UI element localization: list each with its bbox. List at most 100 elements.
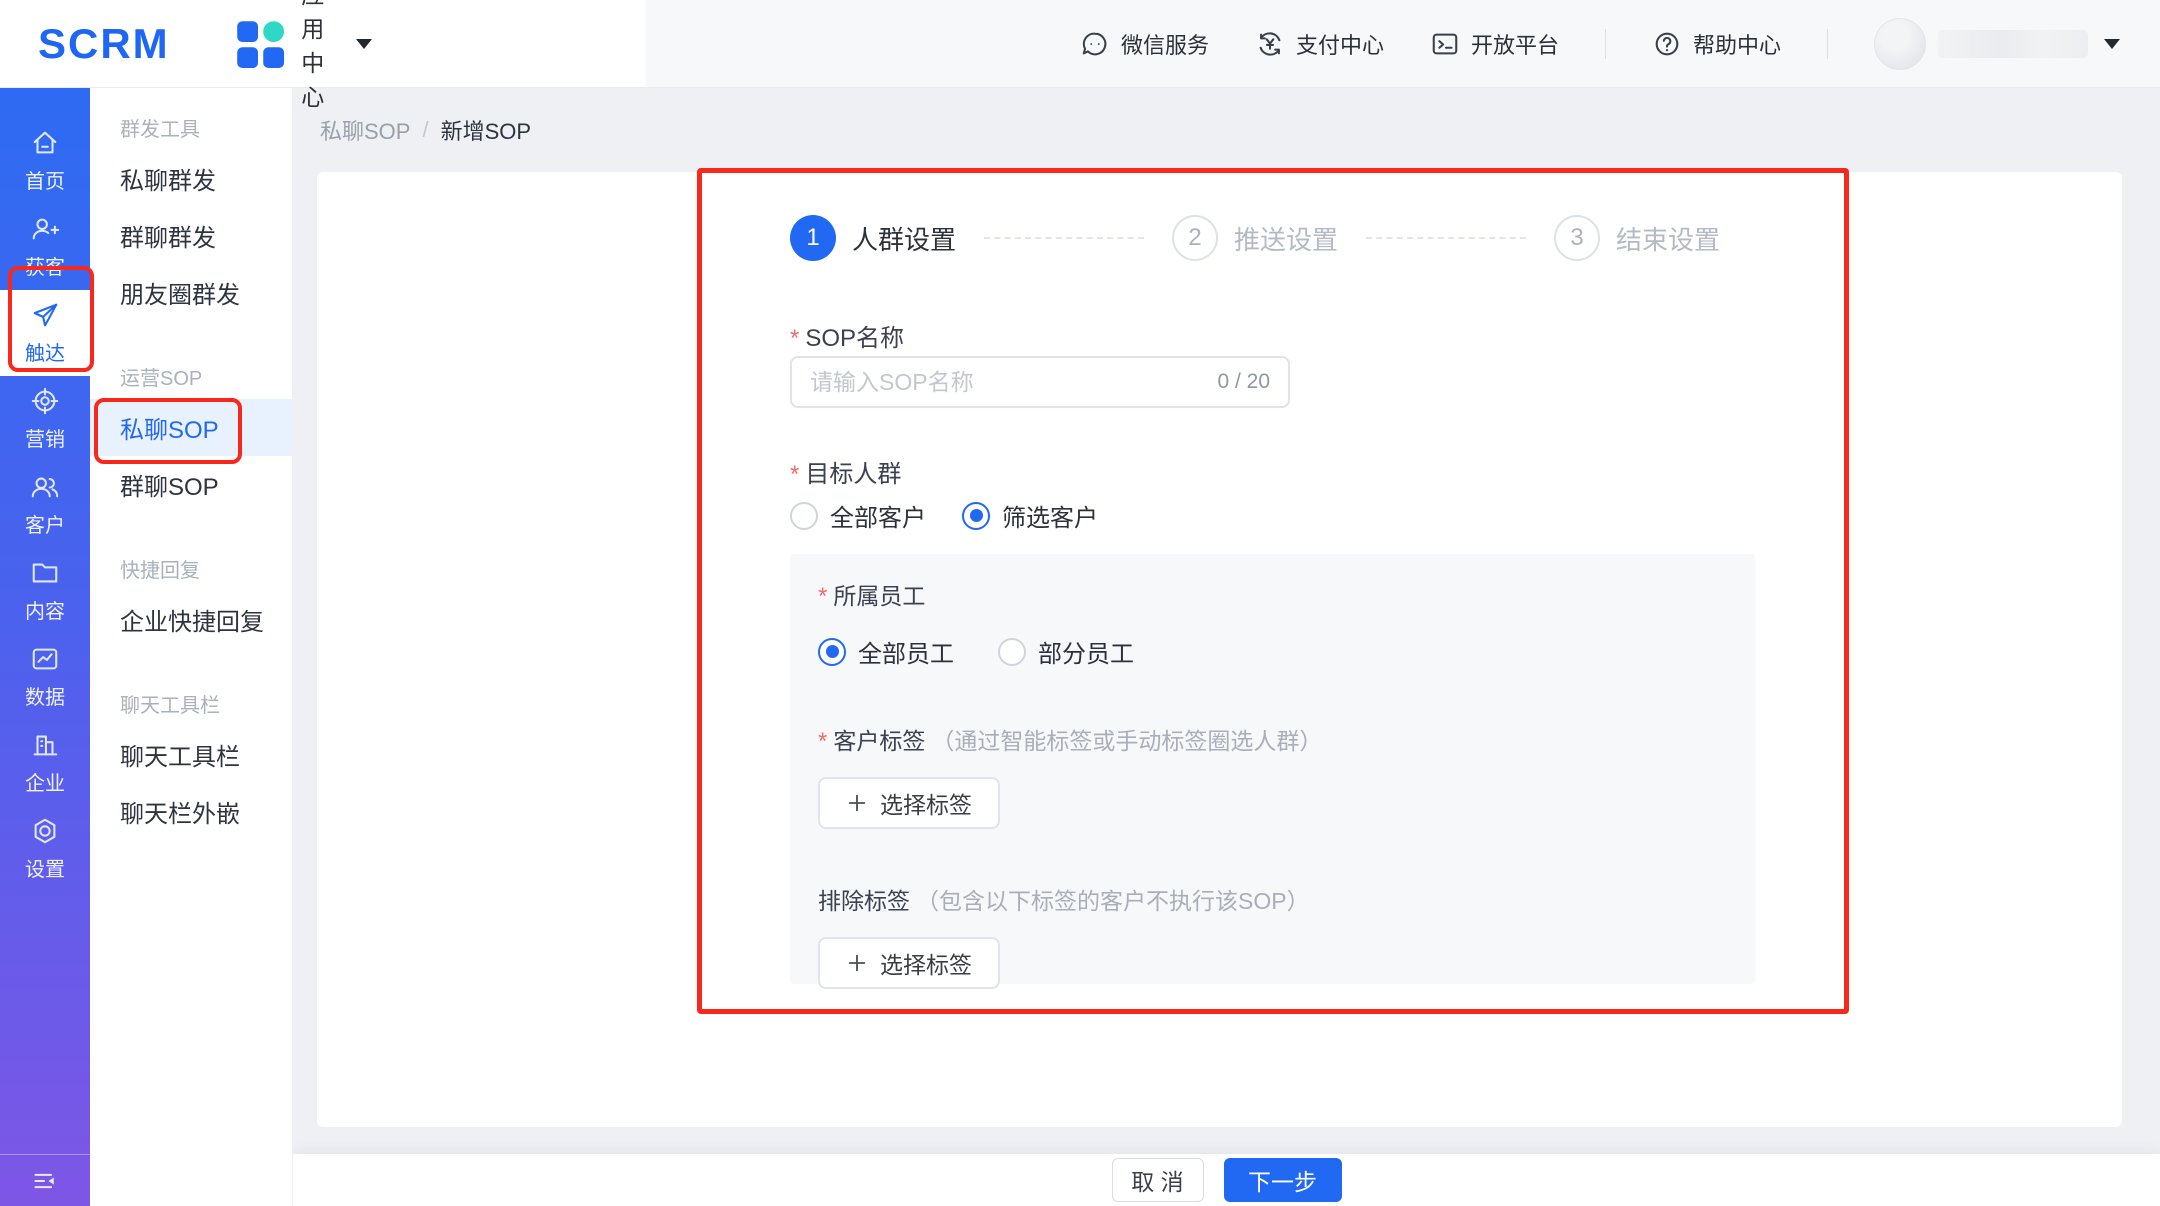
chevron-down-icon xyxy=(2104,39,2120,49)
header-divider xyxy=(1605,29,1606,59)
sidebar-item-acquisition[interactable]: 获客 xyxy=(0,204,90,290)
user-add-icon xyxy=(30,214,60,244)
submenu-item-quick-reply[interactable]: 企业快捷回复 xyxy=(90,591,292,648)
radio-label: 筛选客户 xyxy=(1002,498,1098,533)
next-step-button[interactable]: 下一步 xyxy=(1224,1158,1342,1202)
sidebar-item-reach[interactable]: 触达 xyxy=(0,290,90,376)
chart-line-icon xyxy=(30,644,60,674)
radio-filter-customers[interactable]: 筛选客户 xyxy=(962,498,1098,533)
step-2-circle: 2 xyxy=(1172,215,1218,261)
exclude-tags-label-row: 排除标签 （包含以下标签的客户不执行该SOP） xyxy=(818,885,1727,913)
sidebar-item-label: 内容 xyxy=(25,595,65,624)
required-mark: * xyxy=(818,728,827,756)
submenu-item-moments-mass[interactable]: 朋友圈群发 xyxy=(90,264,292,321)
exclude-tags-label: 排除标签 xyxy=(818,882,910,916)
radio-label: 全部客户 xyxy=(830,498,926,533)
sidebar-item-enterprise[interactable]: 企业 xyxy=(0,720,90,806)
sop-name-input-wrap: 0 / 20 xyxy=(790,356,1290,408)
step-connector xyxy=(984,237,1144,239)
radio-label: 全部员工 xyxy=(858,634,954,669)
open-platform-icon xyxy=(1430,29,1460,59)
sidebar-item-label: 企业 xyxy=(25,767,65,796)
chevron-down-icon xyxy=(356,39,372,49)
sidebar-item-content[interactable]: 内容 xyxy=(0,548,90,634)
breadcrumb-parent[interactable]: 私聊SOP xyxy=(320,114,410,146)
submenu-item-chat-toolbar[interactable]: 聊天工具栏 xyxy=(90,726,292,783)
sidebar-item-settings[interactable]: 设置 xyxy=(0,806,90,892)
required-mark: * xyxy=(818,583,827,611)
app-grid-icon xyxy=(232,16,288,72)
submenu-item-group-mass[interactable]: 群聊群发 xyxy=(90,207,292,264)
select-tags-button[interactable]: 选择标签 xyxy=(818,777,1000,829)
step-3-circle: 3 xyxy=(1554,215,1600,261)
sidebar-item-home[interactable]: 首页 xyxy=(0,118,90,204)
help-center-icon xyxy=(1652,29,1682,59)
sop-name-label-row: * SOP名称 xyxy=(790,318,904,353)
step-2-label: 推送设置 xyxy=(1234,220,1338,257)
target-group-label-row: * 目标人群 xyxy=(790,454,901,489)
step-1-circle: 1 xyxy=(790,215,836,261)
submenu-item-chat-embed[interactable]: 聊天栏外嵌 xyxy=(90,783,292,840)
avatar xyxy=(1874,18,1926,70)
radio-label: 部分员工 xyxy=(1038,634,1134,669)
plus-icon xyxy=(846,792,868,814)
cancel-button[interactable]: 取 消 xyxy=(1112,1158,1204,1202)
nav-payment-center[interactable]: 支付中心 xyxy=(1255,28,1384,60)
select-exclude-tags-button-label: 选择标签 xyxy=(880,946,972,980)
nav-open-platform[interactable]: 开放平台 xyxy=(1430,28,1559,60)
nav-label: 微信服务 xyxy=(1121,28,1209,60)
gear-icon xyxy=(30,816,60,846)
account-name-redacted xyxy=(1938,30,2088,58)
sidebar-collapse-button[interactable] xyxy=(0,1154,90,1206)
nav-help-center[interactable]: 帮助中心 xyxy=(1652,28,1781,60)
required-mark: * xyxy=(790,461,799,489)
breadcrumb: 私聊SOP / 新增SOP xyxy=(293,88,2160,172)
sidebar-item-marketing[interactable]: 营销 xyxy=(0,376,90,462)
radio-circle xyxy=(818,638,846,666)
form-card: 1 人群设置 2 推送设置 3 结束设置 * SOP名称 0 / 20 * xyxy=(317,172,2122,1127)
customer-tags-hint: （通过智能标签或手动标签圈选人群） xyxy=(931,722,1322,756)
account-menu[interactable] xyxy=(1874,18,2120,70)
staff-radios: 全部员工 部分员工 xyxy=(818,634,1727,669)
scrm-logo: SCRM xyxy=(38,20,170,68)
secondary-sidebar: 群发工具 私聊群发 群聊群发 朋友圈群发 运营SOP 私聊SOP 群聊SOP 快… xyxy=(90,88,293,1206)
submenu-section-title: 聊天工具栏 xyxy=(90,680,292,726)
nav-label: 支付中心 xyxy=(1296,28,1384,60)
radio-all-customers[interactable]: 全部客户 xyxy=(790,498,926,533)
app-screen: SCRM 应用中心 微信服务 xyxy=(0,0,2160,1206)
send-icon xyxy=(30,300,60,330)
submenu-item-private-sop[interactable]: 私聊SOP xyxy=(90,399,292,456)
select-exclude-tags-button[interactable]: 选择标签 xyxy=(818,937,1000,989)
top-header: SCRM 应用中心 微信服务 xyxy=(0,0,2160,88)
submenu-section-title: 运营SOP xyxy=(90,353,292,399)
submenu-item-group-sop[interactable]: 群聊SOP xyxy=(90,456,292,513)
customer-tags-label-row: * 客户标签 （通过智能标签或手动标签圈选人群） xyxy=(818,725,1727,753)
home-icon xyxy=(30,128,60,158)
submenu-item-private-mass[interactable]: 私聊群发 xyxy=(90,150,292,207)
main-area: 私聊SOP / 新增SOP 1 人群设置 2 推送设置 3 结束设置 * SOP… xyxy=(293,88,2160,1206)
payment-center-icon xyxy=(1255,29,1285,59)
radio-circle xyxy=(962,502,990,530)
customer-tags-label: 客户标签 xyxy=(833,722,925,756)
radio-partial-staff[interactable]: 部分员工 xyxy=(998,634,1134,669)
sop-name-input[interactable] xyxy=(810,369,1205,396)
nav-wechat-service[interactable]: 微信服务 xyxy=(1080,28,1209,60)
building-icon xyxy=(30,730,60,760)
sidebar-item-label: 首页 xyxy=(25,165,65,194)
nav-label: 帮助中心 xyxy=(1693,28,1781,60)
header-divider xyxy=(1827,29,1828,59)
sidebar-item-customers[interactable]: 客户 xyxy=(0,462,90,548)
radio-all-staff[interactable]: 全部员工 xyxy=(818,634,954,669)
app-center-label: 应用中心 xyxy=(301,0,337,112)
filter-panel: * 所属员工 全部员工 部分员工 * 客户标签 （通过智能 xyxy=(790,554,1755,984)
footer-action-bar: 取 消 下一步 xyxy=(293,1154,2160,1206)
sidebar-item-data[interactable]: 数据 xyxy=(0,634,90,720)
sidebar-item-label: 客户 xyxy=(25,509,65,538)
sidebar-item-label: 设置 xyxy=(25,853,65,882)
app-center-menu[interactable]: 应用中心 xyxy=(232,0,372,112)
exclude-tags-hint: （包含以下标签的客户不执行该SOP） xyxy=(916,882,1310,916)
step-1-label: 人群设置 xyxy=(852,220,956,257)
sidebar-item-label: 营销 xyxy=(25,423,65,452)
required-mark: * xyxy=(790,325,799,353)
step-3-label: 结束设置 xyxy=(1616,220,1720,257)
